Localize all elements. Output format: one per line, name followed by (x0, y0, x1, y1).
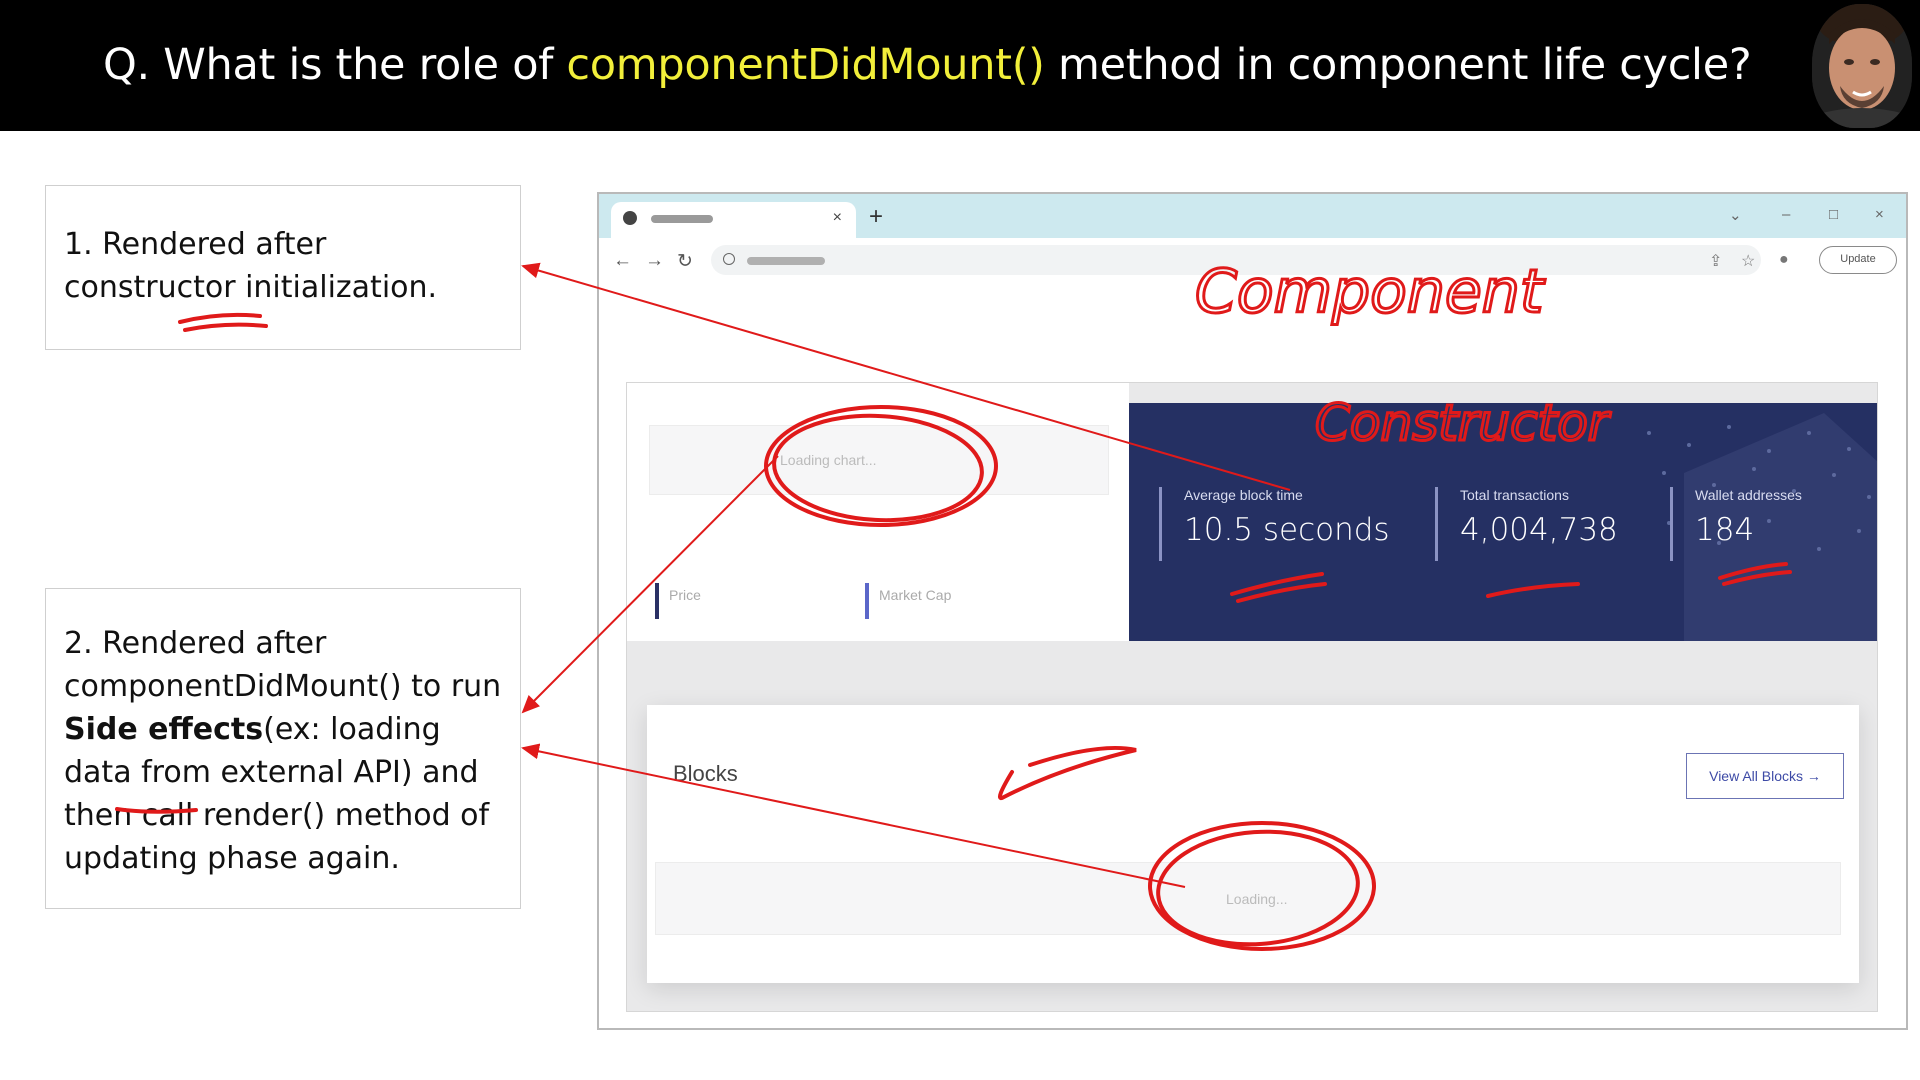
chart-placeholder: Loading chart... (649, 425, 1109, 495)
note1-text: 1. Rendered after constructor initializa… (64, 227, 438, 305)
note2-line1: 2. Rendered after componentDidMount() to… (64, 626, 502, 704)
browser-toolbar: ← → ↻ ⇪ ☆ ● Update (599, 238, 1906, 283)
stat-wallet-addresses: Wallet addresses 184 (1670, 487, 1802, 561)
note2-bold: Side effects (64, 712, 264, 747)
update-button[interactable]: Update (1819, 246, 1897, 274)
blocks-placeholder: Loading... (655, 862, 1841, 935)
minimize-button[interactable]: – (1782, 206, 1790, 223)
stat-value: 184 (1695, 512, 1755, 548)
tab-strip: × + ⌄ – □ × (599, 194, 1906, 238)
profile-icon[interactable]: ● (1779, 251, 1789, 269)
tab-close-icon[interactable]: × (833, 209, 842, 227)
question-highlight: componentDidMount() (566, 40, 1045, 90)
chevron-down-icon[interactable]: ⌄ (1729, 206, 1742, 224)
back-button[interactable]: ← (613, 250, 632, 272)
stat-label: Wallet addresses (1695, 487, 1802, 503)
stats-panel: Average block time 10.5 seconds Total tr… (1129, 403, 1877, 641)
browser-tab[interactable]: × (611, 202, 856, 238)
url-blurred (747, 254, 825, 268)
price-indicator (655, 583, 659, 619)
close-window-button[interactable]: × (1875, 206, 1884, 223)
note-component-did-mount: 2. Rendered after componentDidMount() to… (45, 588, 521, 909)
forward-button[interactable]: → (645, 250, 664, 272)
blocks-card: Blocks View All Blocks → Loading... (647, 705, 1859, 983)
share-icon[interactable]: ⇪ (1709, 251, 1722, 271)
view-all-blocks-button[interactable]: View All Blocks → (1686, 753, 1844, 799)
address-bar[interactable] (711, 245, 1761, 275)
stat-value: 4,004,738 (1460, 512, 1618, 548)
stat-average-block-time: Average block time 10.5 seconds (1159, 487, 1390, 561)
star-icon[interactable]: ☆ (1741, 251, 1755, 271)
stat-label: Average block time (1184, 487, 1303, 503)
question-suffix: method in component life cycle? (1044, 40, 1752, 90)
market-cap-label: Market Cap (879, 587, 952, 603)
note-constructor: 1. Rendered after constructor initializa… (45, 185, 521, 350)
question-prefix: Q. What is the role of (103, 40, 567, 90)
loading-chart-text: Loading chart... (780, 452, 877, 468)
browser-window: × + ⌄ – □ × ← → ↻ ⇪ ☆ ● Update Loading c… (597, 192, 1908, 1030)
tab-title-blurred (651, 212, 771, 224)
presenter-avatar (1812, 4, 1912, 128)
stat-label: Total transactions (1460, 487, 1569, 503)
maximize-button[interactable]: □ (1829, 206, 1838, 223)
page-viewport: Loading chart... Price Market Cap Averag… (626, 382, 1878, 1012)
site-favicon-icon (623, 211, 637, 225)
title-bar: Q. What is the role of componentDidMount… (0, 0, 1920, 131)
price-label: Price (669, 587, 701, 603)
new-tab-button[interactable]: + (869, 203, 883, 231)
blocks-title: Blocks (673, 761, 738, 786)
price-card: Loading chart... Price Market Cap (627, 383, 1129, 641)
loading-blocks-text: Loading... (1226, 891, 1288, 907)
stat-total-transactions: Total transactions 4,004,738 (1435, 487, 1618, 561)
reload-button[interactable]: ↻ (677, 250, 693, 273)
market-cap-indicator (865, 583, 869, 619)
stat-value: 10.5 seconds (1184, 512, 1390, 548)
info-icon (723, 253, 735, 265)
question-title: Q. What is the role of componentDidMount… (103, 40, 1752, 90)
